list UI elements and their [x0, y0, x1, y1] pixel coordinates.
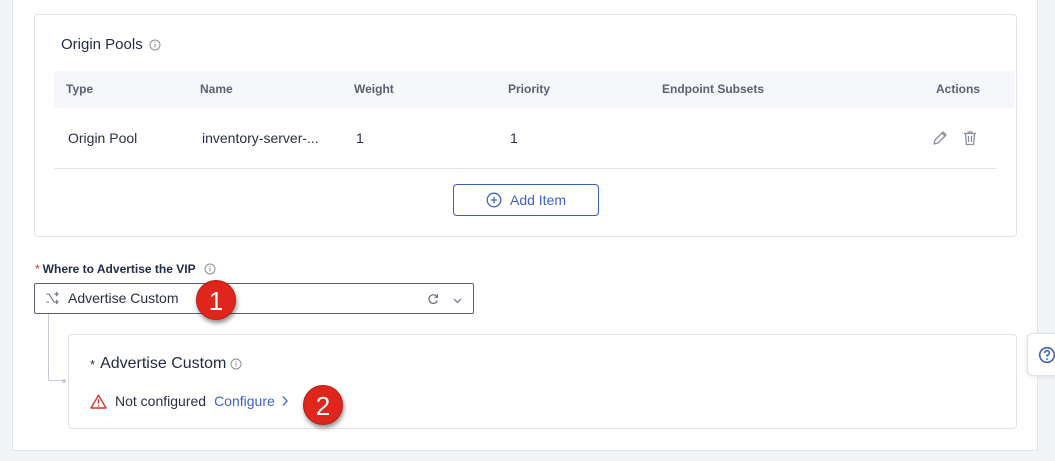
- origin-pools-card: Origin Pools Type Name Weight Priority E…: [34, 14, 1017, 237]
- column-header-type: Type: [66, 82, 94, 96]
- origin-pools-title: Origin Pools: [61, 36, 161, 53]
- chevron-right-icon: [281, 395, 289, 407]
- cell-type: Origin Pool: [68, 130, 138, 146]
- plus-circle-icon: [486, 192, 502, 208]
- vip-label-text: Where to Advertise the VIP: [42, 262, 196, 276]
- route-split-icon: [45, 291, 60, 306]
- cell-name: inventory-server-...: [202, 130, 319, 146]
- trash-icon[interactable]: [961, 129, 979, 147]
- row-divider: [54, 168, 996, 169]
- step-badge-1: 1: [196, 280, 236, 320]
- required-marker: *: [35, 262, 40, 276]
- select-value: Advertise Custom: [68, 290, 179, 306]
- step-badge-2: 2: [303, 385, 343, 425]
- add-item-label: Add Item: [509, 192, 567, 208]
- add-item-button[interactable]: Add Item: [453, 184, 599, 216]
- table-header: Type Name Weight Priority Endpoint Subse…: [54, 71, 1015, 108]
- info-icon[interactable]: [230, 358, 242, 370]
- pencil-icon[interactable]: [931, 129, 949, 147]
- configure-link[interactable]: Configure: [214, 393, 289, 409]
- cell-weight: 1: [356, 130, 364, 146]
- info-icon[interactable]: [204, 263, 216, 275]
- advertise-custom-title: * Advertise Custom: [90, 355, 242, 373]
- advertise-custom-title-text: Advertise Custom: [100, 355, 227, 372]
- origin-pools-title-text: Origin Pools: [61, 36, 143, 53]
- config-status-row: Not configured Configure: [90, 393, 289, 409]
- column-header-endpoint-subsets: Endpoint Subsets: [662, 82, 764, 96]
- tree-connector-dot: [62, 379, 66, 383]
- chevron-down-icon[interactable]: [452, 293, 463, 304]
- cell-priority: 1: [510, 130, 518, 146]
- help-tab[interactable]: [1027, 333, 1055, 376]
- tree-connector: [48, 314, 64, 381]
- advertise-custom-card: * Advertise Custom Not configured Config…: [68, 334, 1017, 429]
- refresh-icon[interactable]: [427, 292, 439, 304]
- column-header-priority: Priority: [508, 82, 551, 96]
- help-circle-icon: [1038, 346, 1055, 364]
- column-header-actions: Actions: [936, 82, 981, 96]
- configure-label: Configure: [214, 393, 275, 409]
- table-row[interactable]: Origin Pool inventory-server-... 1 1: [54, 108, 1015, 169]
- warning-triangle-icon: [90, 394, 107, 409]
- vip-field-label: * Where to Advertise the VIP: [35, 262, 216, 276]
- advertise-vip-select[interactable]: Advertise Custom: [34, 283, 474, 314]
- status-text: Not configured: [115, 393, 207, 409]
- required-marker: *: [90, 356, 96, 372]
- info-icon[interactable]: [149, 39, 161, 51]
- column-header-weight: Weight: [354, 82, 394, 96]
- column-header-name: Name: [200, 82, 233, 96]
